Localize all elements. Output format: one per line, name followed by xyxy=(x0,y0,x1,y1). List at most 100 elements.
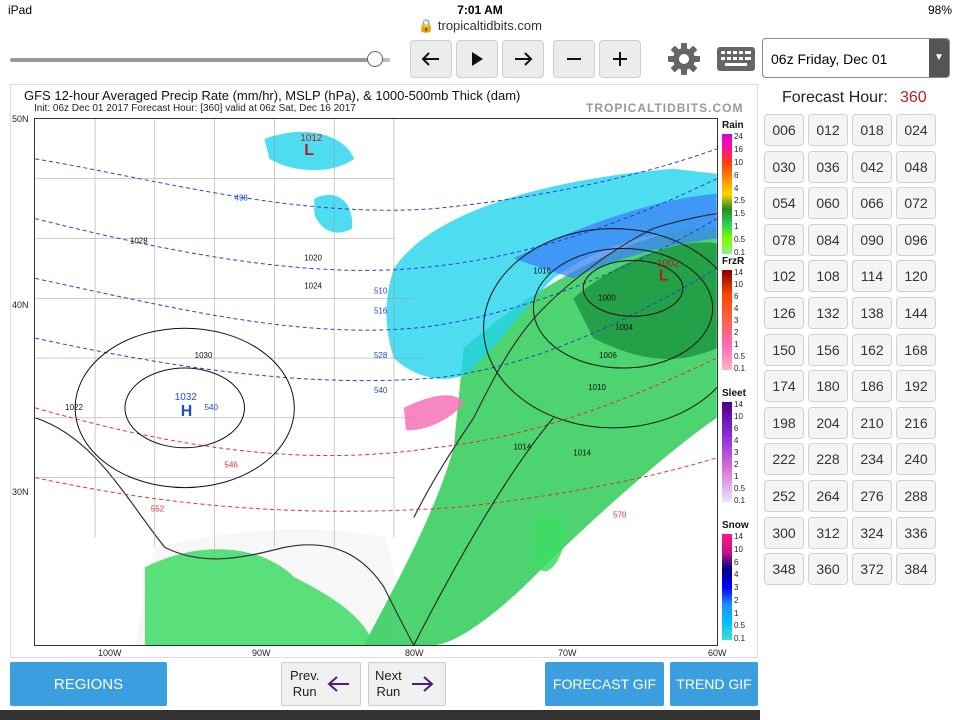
step-forward-button[interactable] xyxy=(502,40,544,78)
forecast-hour-button[interactable]: 090 xyxy=(852,223,892,256)
isobar-label: 1030 xyxy=(195,351,213,360)
run-select[interactable]: 06z Friday, Dec 01 ▼ xyxy=(762,38,950,78)
forecast-hour-button[interactable]: 102 xyxy=(764,260,804,293)
forecast-hour-button[interactable]: 348 xyxy=(764,553,804,586)
legend-tick: 10 xyxy=(734,412,743,421)
prev-run-line1: Prev. xyxy=(290,668,320,683)
legend-tick: 1 xyxy=(734,222,739,232)
forecast-hour-button[interactable]: 228 xyxy=(808,443,848,476)
forecast-hour-button[interactable]: 234 xyxy=(852,443,892,476)
legend-tick: 6 xyxy=(734,424,739,433)
forecast-hour-button[interactable]: 078 xyxy=(764,223,804,256)
forecast-hour-button[interactable]: 060 xyxy=(808,187,848,220)
legend-tick: 3 xyxy=(734,583,739,592)
zoom-in-button[interactable] xyxy=(599,40,641,78)
forecast-hour-button[interactable]: 012 xyxy=(808,114,848,146)
forecast-hour-button[interactable]: 072 xyxy=(896,187,936,220)
legend-tick: 4 xyxy=(734,570,739,580)
isobar-label: 1014 xyxy=(573,449,591,458)
next-run-button[interactable]: Next Run xyxy=(368,662,446,706)
forecast-hour-button[interactable]: 288 xyxy=(896,480,936,512)
forecast-hour-button[interactable]: 132 xyxy=(808,297,848,329)
status-bar: iPad 7:01 AM 98% xyxy=(0,0,960,20)
url-text: tropicaltidbits.com xyxy=(437,18,542,33)
legend-tick: 0.1 xyxy=(734,364,746,373)
forecast-hour-button[interactable]: 276 xyxy=(852,480,892,512)
keyboard-icon[interactable] xyxy=(716,43,756,75)
forecast-hour-button[interactable]: 264 xyxy=(808,480,848,512)
forecast-hour-button[interactable]: 300 xyxy=(764,516,804,549)
zoom-out-button[interactable] xyxy=(553,40,595,78)
forecast-hour-button[interactable]: 126 xyxy=(764,297,804,329)
lat-label: 30N xyxy=(12,487,29,497)
forecast-hour-button[interactable]: 054 xyxy=(764,187,804,220)
forecast-hour-button[interactable]: 156 xyxy=(808,333,848,366)
forecast-hour-button[interactable]: 372 xyxy=(852,553,892,586)
legend-tick: 16 xyxy=(734,144,743,154)
forecast-gif-button[interactable]: FORECAST GIF xyxy=(545,662,664,706)
regions-button[interactable]: REGIONS xyxy=(10,662,167,706)
forecast-hour-button[interactable]: 174 xyxy=(764,370,804,403)
forecast-hour-button[interactable]: 384 xyxy=(896,553,936,586)
next-run-line1: Next xyxy=(375,668,402,683)
forecast-hour-button[interactable]: 216 xyxy=(896,406,936,439)
url-bar[interactable]: 🔒 tropicaltidbits.com xyxy=(0,18,960,34)
forecast-hour-button[interactable]: 150 xyxy=(764,333,804,366)
forecast-hour-button[interactable]: 024 xyxy=(896,114,936,146)
forecast-hour-button[interactable]: 006 xyxy=(764,114,804,146)
forecast-hour-button[interactable]: 336 xyxy=(896,516,936,549)
play-button[interactable] xyxy=(456,40,498,78)
forecast-hour-button[interactable]: 252 xyxy=(764,480,804,512)
minus-icon xyxy=(567,58,581,60)
forecast-hour-button[interactable]: 048 xyxy=(896,150,936,183)
prev-run-button[interactable]: Prev. Run xyxy=(281,662,361,706)
isobar-label: 1020 xyxy=(304,253,322,262)
lat-label: 40N xyxy=(12,300,29,310)
slider-thumb[interactable] xyxy=(366,51,383,67)
step-back-button[interactable] xyxy=(410,40,452,78)
isobar-label: 1028 xyxy=(130,237,148,246)
forecast-hour-button[interactable]: 168 xyxy=(896,333,936,366)
legend-tick: 0.1 xyxy=(734,496,746,505)
forecast-hour-button[interactable]: 138 xyxy=(852,297,892,329)
forecast-hour-button[interactable]: 042 xyxy=(852,150,892,183)
low-east-marker: L xyxy=(659,267,669,284)
forecast-slider[interactable] xyxy=(10,58,390,62)
prev-run-label: Prev. Run xyxy=(290,668,319,700)
thickness-label: 516 xyxy=(374,306,388,315)
forecast-hour-button[interactable]: 114 xyxy=(852,260,892,293)
forecast-hour-button[interactable]: 204 xyxy=(808,406,848,439)
forecast-hour-button[interactable]: 240 xyxy=(896,443,936,476)
forecast-hour-button[interactable]: 162 xyxy=(852,333,892,366)
forecast-hour-button[interactable]: 120 xyxy=(896,260,936,293)
forecast-hour-button[interactable]: 312 xyxy=(808,516,848,549)
forecast-hour-button[interactable]: 186 xyxy=(852,370,892,403)
forecast-hour-button[interactable]: 324 xyxy=(852,516,892,549)
weather-map[interactable]: 1012 L 1032 H 1002 L 1028 1024 1020 1016… xyxy=(34,118,718,646)
forecast-hour-button[interactable]: 036 xyxy=(808,150,848,183)
toolbar: 06z Friday, Dec 01 ▼ xyxy=(0,38,960,82)
bottom-strip xyxy=(0,710,760,720)
forecast-hour-button[interactable]: 084 xyxy=(808,223,848,256)
forecast-hour-label: Forecast Hour: xyxy=(782,89,888,106)
forecast-hour-button[interactable]: 180 xyxy=(808,370,848,403)
legend-tick: 10 xyxy=(734,157,743,167)
legend-tick: 2.5 xyxy=(734,196,746,206)
map-brand: TROPICALTIDBITS.COM xyxy=(586,101,744,115)
forecast-hour-button[interactable]: 066 xyxy=(852,187,892,220)
forecast-hour-button[interactable]: 096 xyxy=(896,223,936,256)
legend-tick: 2 xyxy=(734,328,739,337)
isobar-label: 1004 xyxy=(615,323,633,332)
forecast-hour-button[interactable]: 144 xyxy=(896,297,936,329)
forecast-hour-button[interactable]: 210 xyxy=(852,406,892,439)
forecast-hour-button[interactable]: 222 xyxy=(764,443,804,476)
forecast-hour-button[interactable]: 198 xyxy=(764,406,804,439)
trend-gif-button[interactable]: TREND GIF xyxy=(670,662,758,706)
legend-tick: 6 xyxy=(734,292,739,301)
forecast-hour-button[interactable]: 030 xyxy=(764,150,804,183)
forecast-hour-button[interactable]: 192 xyxy=(896,370,936,403)
gear-icon[interactable] xyxy=(666,41,702,77)
forecast-hour-button[interactable]: 360 xyxy=(808,553,848,586)
forecast-hour-button[interactable]: 018 xyxy=(852,114,892,146)
forecast-hour-button[interactable]: 108 xyxy=(808,260,848,293)
